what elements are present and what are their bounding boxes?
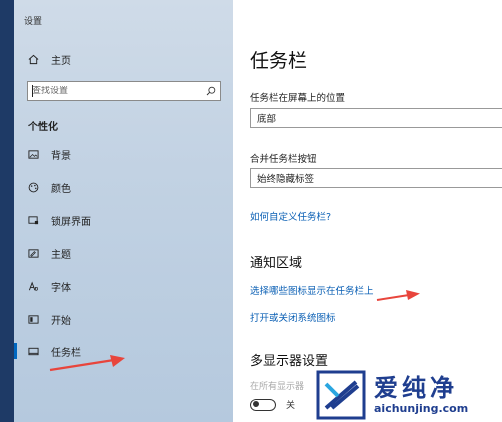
sidebar-item-colors[interactable]: 颜色: [14, 175, 233, 199]
sidebar-item-label: 开始: [51, 315, 71, 327]
sidebar-item-lock-screen[interactable]: 锁屏界面: [14, 208, 233, 232]
position-label: 任务栏在屏幕上的位置: [250, 93, 346, 104]
picture-icon: [28, 149, 39, 160]
position-select-value: 底部: [257, 114, 277, 125]
position-select[interactable]: 底部: [250, 108, 502, 128]
sidebar-item-label: 字体: [51, 282, 71, 294]
combine-label: 合并任务栏按钮: [250, 154, 317, 165]
multi-display-label: 在所有显示器: [250, 382, 305, 392]
annotation-arrow-icon: [376, 290, 420, 301]
sidebar-item-label: 任务栏: [51, 347, 81, 359]
palette-icon: [28, 182, 39, 193]
combine-select[interactable]: 始终隐藏标签: [250, 168, 502, 188]
text-caret: [32, 85, 33, 97]
search-icon[interactable]: [206, 86, 216, 96]
lock-screen-icon: [28, 215, 39, 226]
theme-icon: [28, 248, 39, 259]
combine-select-value: 始终隐藏标签: [257, 174, 315, 185]
system-icons-link[interactable]: 打开或关闭系统图标: [250, 310, 336, 324]
settings-window: 设置 主页 个性化 背景 颜色: [14, 0, 502, 422]
window-title: 设置: [24, 17, 43, 27]
multi-display-toggle-row[interactable]: 关: [250, 398, 295, 411]
sidebar-item-taskbar[interactable]: 任务栏: [14, 339, 233, 363]
sidebar: 设置 主页 个性化 背景 颜色: [14, 0, 233, 422]
sidebar-item-label: 锁屏界面: [51, 216, 91, 228]
sidebar-item-label: 背景: [51, 150, 71, 162]
taskbar-icon: [28, 346, 39, 357]
home-icon: [28, 54, 39, 64]
page-title: 任务栏: [250, 50, 308, 72]
multi-display-toggle[interactable]: [250, 398, 276, 411]
notification-area-heading: 通知区域: [250, 256, 303, 271]
sidebar-item-background[interactable]: 背景: [14, 142, 233, 166]
select-taskbar-icons-link[interactable]: 选择哪些图标显示在任务栏上: [250, 283, 374, 297]
main-panel: 任务栏 任务栏在屏幕上的位置 底部 合并任务栏按钮 始终隐藏标签 如何自定义任务…: [233, 0, 502, 422]
sidebar-item-label: 主题: [51, 249, 71, 261]
search-box[interactable]: [27, 81, 221, 101]
section-title: 个性化: [28, 122, 58, 133]
sidebar-item-start[interactable]: 开始: [14, 307, 233, 331]
watermark-text: 爱纯净: [374, 374, 458, 402]
font-icon: [28, 281, 39, 292]
sidebar-home[interactable]: 主页: [28, 51, 71, 67]
watermark-url: aichunjing.com: [374, 402, 469, 415]
customize-taskbar-link[interactable]: 如何自定义任务栏?: [250, 209, 331, 223]
search-input[interactable]: [32, 86, 206, 96]
sidebar-item-themes[interactable]: 主题: [14, 241, 233, 265]
watermark: 爱纯净 aichunjing.com: [316, 368, 502, 422]
sidebar-item-fonts[interactable]: 字体: [14, 274, 233, 298]
sidebar-home-label: 主页: [51, 55, 71, 67]
start-icon: [28, 314, 39, 325]
sidebar-item-label: 颜色: [51, 183, 71, 195]
watermark-logo-icon: [316, 370, 366, 420]
toggle-state-label: 关: [286, 401, 296, 411]
multi-display-heading: 多显示器设置: [250, 354, 329, 369]
